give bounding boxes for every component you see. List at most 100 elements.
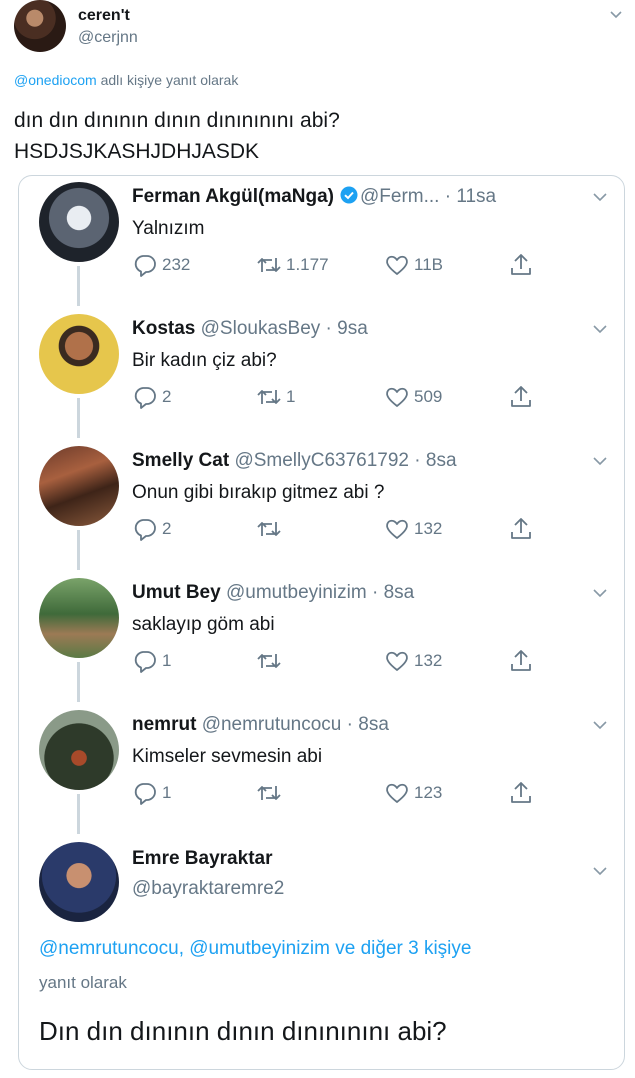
thread-tweet[interactable]: Kostas @SloukasBey · 9sa Bir kadın çiz a… (19, 312, 624, 442)
author-name[interactable]: Emre Bayraktar (132, 848, 272, 870)
action-bar: 2 1 509 (132, 384, 552, 410)
reply-button[interactable]: 2 (132, 516, 171, 542)
tweet-header: Smelly Cat @SmellyC63761792 · 8sa (132, 450, 457, 472)
tweet-header: Ferman Akgül(maNga) @Ferm... · 11sa (132, 186, 496, 208)
tweet-text: dın dın dınının dının dınınınını abi? HS… (14, 105, 340, 167)
timestamp[interactable]: · 8sa (341, 714, 389, 735)
reply-context-suffix: adlı kişiye yanıt olarak (96, 72, 239, 88)
avatar[interactable] (39, 182, 119, 262)
action-bar: 1 132 (132, 648, 552, 674)
author-handle[interactable]: @umutbeyinizim (226, 582, 367, 603)
reply-icon (134, 651, 156, 673)
like-button[interactable]: 132 (384, 516, 442, 542)
action-bar: 1 123 (132, 780, 552, 806)
avatar[interactable] (39, 446, 119, 526)
tweet-text-line-1: dın dın dınının dının dınınınını abi? (14, 109, 340, 132)
tweet-header: Kostas @SloukasBey · 9sa (132, 318, 368, 340)
retweet-icon (257, 522, 281, 536)
like-count: 132 (414, 519, 443, 538)
avatar[interactable] (39, 314, 119, 394)
chevron-down-icon[interactable] (591, 320, 609, 338)
avatar[interactable] (39, 710, 119, 790)
reply-mention-link[interactable]: @onediocom (14, 72, 97, 88)
reply-icon (134, 783, 156, 805)
share-button[interactable] (508, 648, 534, 674)
reply-button[interactable]: 1 (132, 780, 171, 806)
reply-context-link[interactable]: @nemrutuncocu, @umutbeyinizim ve diğer 3… (39, 938, 471, 960)
author-handle[interactable]: @SmellyC63761792 (234, 450, 409, 471)
share-button[interactable] (508, 780, 534, 806)
tweet-header: nemrut @nemrutuncocu · 8sa (132, 714, 389, 736)
action-bar: 232 1.177 11B (132, 252, 552, 278)
chevron-down-icon[interactable] (608, 6, 624, 22)
reply-context-label: yanıt olarak (39, 973, 127, 992)
author-handle[interactable]: @bayraktaremre2 (132, 878, 284, 900)
retweet-icon (257, 258, 281, 272)
retweet-button[interactable]: 1 (256, 384, 295, 410)
tweet-text: saklayıp göm abi (132, 614, 275, 635)
retweet-button[interactable] (256, 516, 286, 542)
like-count: 11B (414, 255, 443, 274)
share-icon (511, 518, 531, 539)
chevron-down-icon[interactable] (591, 862, 609, 880)
reply-context: @onediocom adlı kişiye yanıt olarak (14, 72, 238, 88)
reply-count: 232 (162, 255, 191, 274)
author-name[interactable]: Umut Bey (132, 582, 221, 603)
reply-icon (134, 519, 156, 541)
share-button[interactable] (508, 516, 534, 542)
author-handle[interactable]: @Ferm... (360, 186, 439, 207)
avatar[interactable] (39, 578, 119, 658)
tweet-text: Kimseler sevmesin abi (132, 746, 323, 767)
timestamp[interactable]: · 9sa (320, 318, 368, 339)
reply-button[interactable]: 232 (132, 252, 190, 278)
author-name[interactable]: ceren't (78, 7, 130, 25)
author-name[interactable]: Smelly Cat (132, 450, 229, 471)
chevron-down-icon[interactable] (591, 188, 609, 206)
like-count: 123 (414, 783, 443, 802)
like-button[interactable]: 509 (384, 384, 442, 410)
retweet-button[interactable] (256, 780, 286, 806)
author-handle[interactable]: @SloukasBey (201, 318, 321, 339)
chevron-down-icon[interactable] (591, 584, 609, 602)
author-handle[interactable]: @cerjnn (78, 29, 138, 47)
timestamp[interactable]: · 11sa (439, 186, 496, 207)
thread-tweet[interactable]: Umut Bey @umutbeyinizim · 8sa saklayıp g… (19, 576, 624, 706)
chevron-down-icon[interactable] (591, 452, 609, 470)
tweet-text-line-2: HSDJSJKASHJDHJASDK (14, 140, 260, 163)
action-bar: 2 132 (132, 516, 552, 542)
reply-button[interactable]: 2 (132, 384, 171, 410)
reply-count: 2 (162, 519, 172, 538)
retweet-button[interactable] (256, 648, 286, 674)
timestamp[interactable]: · 8sa (367, 582, 414, 603)
thread-tweet[interactable]: nemrut @nemrutuncocu · 8sa Kimseler sevm… (19, 708, 624, 838)
heart-icon (386, 519, 408, 539)
like-button[interactable]: 123 (384, 780, 442, 806)
avatar[interactable] (39, 842, 119, 922)
retweet-icon (257, 786, 281, 800)
quoted-thread-card[interactable]: Ferman Akgül(maNga) @Ferm... · 11sa Yalnı… (18, 175, 625, 1070)
like-button[interactable]: 11B (384, 252, 443, 278)
outer-tweet: ceren't @cerjnn @onediocom adlı kişiye y… (0, 0, 635, 1078)
heart-icon (386, 783, 408, 803)
thread-tweet[interactable]: Ferman Akgül(maNga) @Ferm... · 11sa Yalnı… (19, 180, 624, 310)
retweet-button[interactable]: 1.177 (256, 252, 329, 278)
like-count: 509 (414, 387, 443, 406)
reply-count: 2 (162, 387, 172, 406)
avatar[interactable] (14, 0, 66, 52)
author-handle[interactable]: @nemrutuncocu (202, 714, 342, 735)
share-icon (511, 254, 531, 275)
author-name[interactable]: Ferman Akgül(maNga) (132, 186, 334, 207)
chevron-down-icon[interactable] (591, 716, 609, 734)
reply-button[interactable]: 1 (132, 648, 171, 674)
like-count: 132 (414, 651, 443, 670)
timestamp[interactable]: · 8sa (409, 450, 456, 471)
thread-tweet[interactable]: Smelly Cat @SmellyC63761792 · 8sa Onun g… (19, 444, 624, 574)
share-button[interactable] (508, 384, 534, 410)
author-name[interactable]: Kostas (132, 318, 195, 339)
share-button[interactable] (508, 252, 534, 278)
tweet-text: Yalnızım (132, 218, 205, 239)
reply-count: 1 (162, 651, 172, 670)
heart-icon (386, 255, 408, 275)
author-name[interactable]: nemrut (132, 714, 196, 735)
like-button[interactable]: 132 (384, 648, 442, 674)
